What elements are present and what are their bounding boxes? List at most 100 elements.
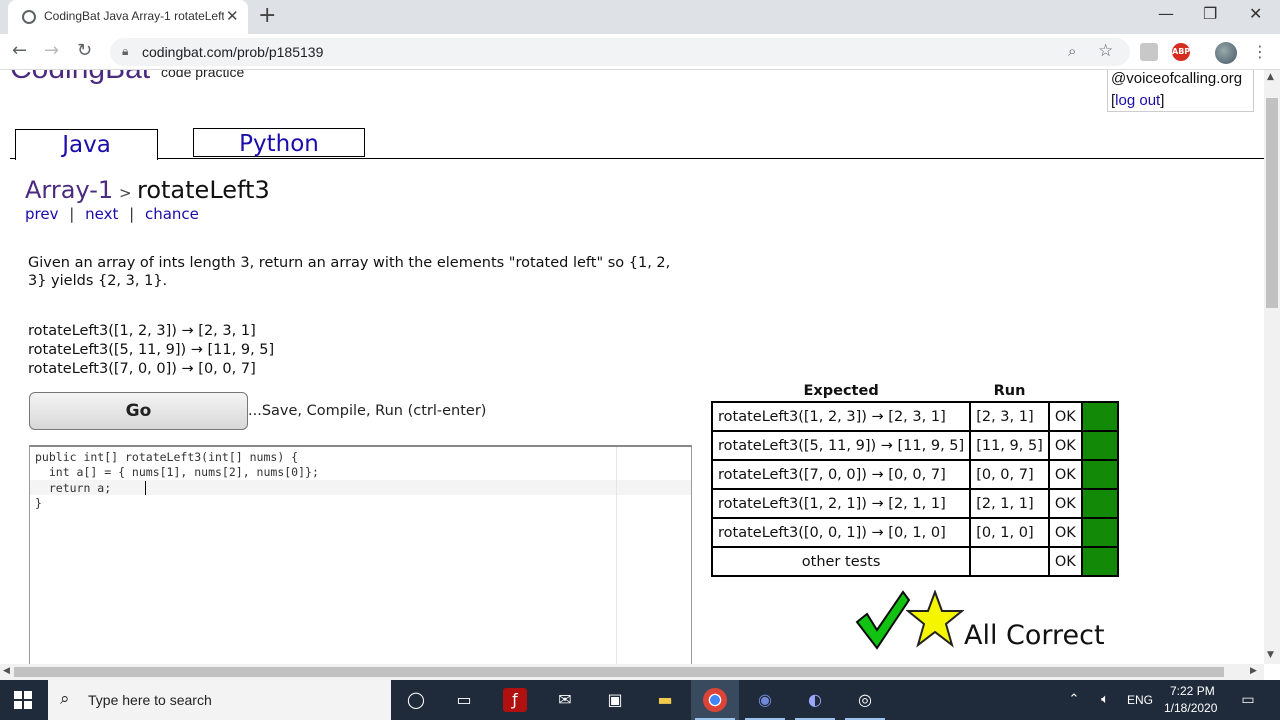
cortana-icon[interactable]: ◯ — [404, 688, 428, 712]
zoom-icon[interactable]: ⌕ — [1068, 42, 1076, 60]
tray-chevron-icon[interactable]: ⌃ — [1062, 688, 1086, 712]
go-button[interactable]: Go — [29, 392, 248, 430]
clock-date[interactable]: 1/18/2020 — [1164, 701, 1217, 715]
expected-cell: rotateLeft3([0, 0, 1]) → [0, 1, 0] — [710, 517, 972, 548]
eclipse-icon[interactable]: ◐ — [803, 688, 827, 712]
status-header — [1049, 380, 1082, 402]
volume-icon[interactable]: 🔈︎ — [1093, 688, 1117, 712]
status-cell: OK — [1047, 488, 1083, 519]
run-cell: [0, 0, 7] — [969, 459, 1050, 490]
example-line: rotateLeft3([1, 2, 3]) → [2, 3, 1] — [28, 323, 256, 339]
status-cell: OK — [1047, 546, 1083, 577]
expected-header: Expected — [803, 382, 879, 399]
pass-indicator — [1080, 488, 1119, 519]
pass-indicator — [1080, 517, 1119, 548]
language-indicator[interactable]: ENG — [1127, 693, 1153, 707]
table-row: rotateLeft3([1, 2, 3]) → [2, 3, 1] [2, 3… — [710, 401, 1119, 432]
profile-avatar[interactable] — [1215, 42, 1237, 64]
nav-divider: | — [69, 205, 75, 223]
windows-taskbar: ⌕ Type here to search ◯ ▭ ƒ ✉ ▣ ▬ ◉ ◐ ◎ … — [0, 680, 1280, 720]
file-explorer-icon[interactable]: ▬ — [653, 688, 677, 712]
pass-indicator — [1080, 459, 1119, 490]
vertical-scrollbar[interactable]: ▲ ▼ — [1264, 70, 1280, 664]
user-box: @voiceofcalling.org [log out] — [1107, 70, 1254, 112]
back-arrow-icon[interactable]: ← — [12, 40, 27, 61]
scroll-down-icon[interactable]: ▼ — [1267, 650, 1274, 660]
chance-link[interactable]: chance — [145, 205, 199, 223]
tab-python[interactable]: Python — [193, 128, 365, 157]
scrollbar-thumb[interactable] — [1266, 98, 1278, 308]
verdict-text: All Correct — [964, 620, 1105, 651]
run-header: Run — [993, 382, 1026, 399]
close-window-icon[interactable]: ✕ — [1249, 4, 1262, 23]
logout-label[interactable]: log out — [1115, 92, 1160, 109]
run-cell: [2, 1, 1] — [969, 488, 1050, 519]
scroll-right-icon[interactable]: ▶ — [1250, 666, 1257, 676]
browser-tab-strip: CodingBat Java Array-1 rotateLeft3 ✕ + —… — [0, 0, 1280, 34]
mail-icon[interactable]: ✉ — [553, 688, 577, 712]
go-hint: ...Save, Compile, Run (ctrl-enter) — [248, 403, 487, 419]
clock-time[interactable]: 7:22 PM — [1170, 684, 1215, 698]
user-email: @voiceofcalling.org — [1111, 70, 1243, 87]
search-icon: ⌕ — [60, 689, 70, 709]
bookmark-star-icon[interactable]: ☆ — [1098, 41, 1113, 61]
tab-close-icon[interactable]: ✕ — [226, 7, 239, 25]
print-margin — [616, 447, 617, 664]
search-placeholder[interactable]: Type here to search — [88, 692, 212, 708]
page-content: CodingBat code practice @voiceofcalling.… — [0, 70, 1264, 664]
table-row: rotateLeft3([7, 0, 0]) → [0, 0, 7] [0, 0… — [710, 459, 1119, 490]
scroll-left-icon[interactable]: ◀ — [3, 666, 10, 676]
tab-java[interactable]: Java — [15, 129, 158, 160]
flash-app-icon[interactable]: ƒ — [503, 688, 527, 712]
expected-cell: rotateLeft3([7, 0, 0]) → [0, 0, 7] — [710, 459, 972, 490]
expected-cell: rotateLeft3([1, 2, 1]) → [2, 1, 1] — [710, 488, 972, 519]
problem-description: Given an array of ints length 3, return … — [28, 255, 671, 289]
discord-icon[interactable]: ◉ — [753, 688, 777, 712]
run-cell: [0, 1, 0] — [969, 517, 1050, 548]
next-link[interactable]: next — [85, 205, 118, 223]
minimize-icon[interactable]: — — [1158, 4, 1174, 23]
notification-icon[interactable]: ▭ — [1236, 688, 1260, 712]
results-table: Expected Run rotateLeft3([1, 2, 3]) → [2… — [710, 380, 1119, 577]
windows-start-icon[interactable] — [14, 691, 32, 709]
pass-indicator — [1080, 401, 1119, 432]
star-icon — [906, 590, 964, 648]
scroll-up-icon[interactable]: ▲ — [1267, 72, 1274, 82]
task-view-icon[interactable]: ▭ — [452, 688, 476, 712]
example-line: rotateLeft3([5, 11, 9]) → [11, 9, 5] — [28, 342, 275, 358]
code-line[interactable]: int a[] = { nums[1], nums[2], nums[0]}; — [35, 465, 319, 479]
active-line-highlight — [30, 480, 691, 495]
codingbat-logo[interactable]: CodingBat — [10, 70, 150, 86]
nav-divider: | — [129, 205, 135, 223]
forward-arrow-icon[interactable]: → — [44, 40, 59, 61]
code-line[interactable]: } — [35, 496, 42, 510]
url-text[interactable]: codingbat.com/prob/p185139 — [142, 44, 323, 60]
chrome-icon[interactable] — [703, 688, 727, 712]
breadcrumb-category[interactable]: Array-1 — [25, 176, 113, 204]
address-bar[interactable]: 🔒︎ codingbat.com/prob/p185139 ⌕ ☆ — [110, 38, 1130, 66]
store-icon[interactable]: ▣ — [603, 688, 627, 712]
scrollbar-thumb[interactable] — [14, 667, 1224, 677]
reload-icon[interactable]: ↻ — [77, 40, 92, 61]
horizontal-scrollbar[interactable]: ◀ ▶ — [0, 664, 1264, 680]
status-cell: OK — [1047, 430, 1083, 461]
run-cell — [969, 546, 1050, 577]
code-editor[interactable]: public int[] rotateLeft3(int[] nums) { i… — [29, 445, 692, 664]
code-line[interactable]: return a; — [35, 481, 111, 495]
new-tab-button[interactable]: + — [258, 3, 276, 28]
prev-link[interactable]: prev — [25, 205, 58, 223]
browser-tab[interactable]: CodingBat Java Array-1 rotateLeft3 ✕ — [8, 0, 248, 34]
code-line[interactable]: public int[] rotateLeft3(int[] nums) { — [35, 450, 298, 464]
obs-icon[interactable]: ◎ — [853, 688, 877, 712]
taskbar-search[interactable]: ⌕ Type here to search — [48, 680, 391, 720]
extension-icon[interactable] — [1140, 43, 1158, 61]
logout-link[interactable]: [log out] — [1111, 92, 1164, 109]
restore-icon[interactable]: ❐ — [1203, 4, 1217, 23]
browser-menu-icon[interactable]: ⋮ — [1252, 42, 1268, 61]
adblock-plus-icon[interactable]: ABP — [1172, 43, 1190, 61]
table-row: rotateLeft3([5, 11, 9]) → [11, 9, 5] [11… — [710, 430, 1119, 461]
status-cell: OK — [1047, 459, 1083, 490]
problem-nav: prev | next | chance — [25, 205, 199, 223]
page-favicon-icon — [22, 10, 36, 24]
table-row: rotateLeft3([1, 2, 1]) → [2, 1, 1] [2, 1… — [710, 488, 1119, 519]
